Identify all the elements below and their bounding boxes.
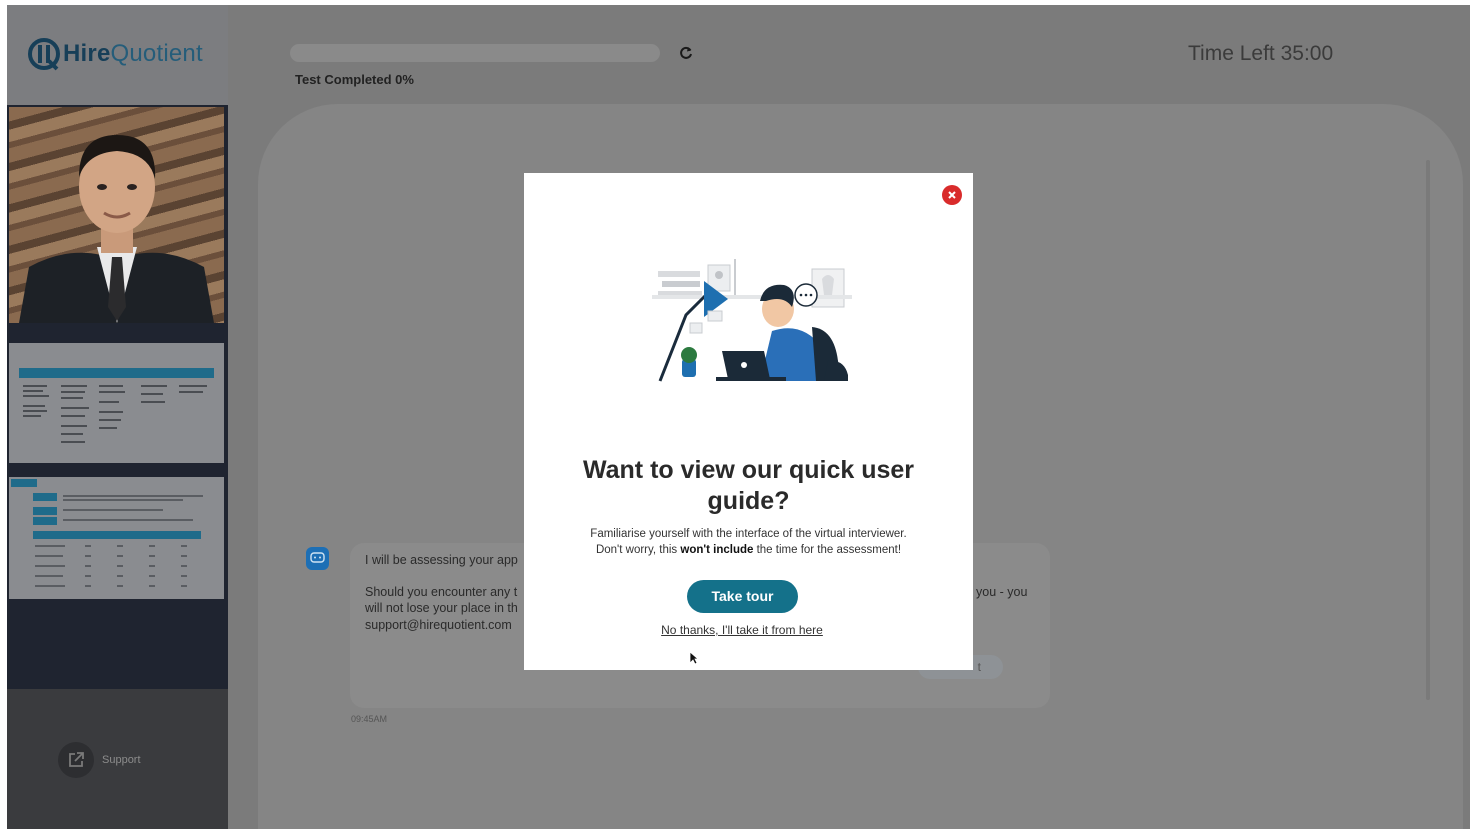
time-left-timer: Time Left 35:00 xyxy=(1188,42,1333,66)
chat-email: support@hirequotient.com xyxy=(365,618,512,632)
chat-text: I will be assessing your app xyxy=(365,553,518,567)
person-avatar-icon xyxy=(19,135,214,323)
window-frame-left xyxy=(0,0,7,829)
test-progress-bar xyxy=(290,44,660,62)
close-button[interactable] xyxy=(942,185,962,205)
slide-thumbnail[interactable] xyxy=(9,477,224,599)
brand-name: HireQuotient xyxy=(63,40,203,67)
chat-timestamp: 09:45AM xyxy=(351,714,388,724)
chat-bot-icon xyxy=(306,547,329,570)
chat-text: you - you xyxy=(976,585,1028,599)
modal-title: Want to view our quick user guide? xyxy=(582,456,915,515)
sidebar: HireQuotient xyxy=(7,5,228,829)
modal-description-line1: Familiarise yourself with the interface … xyxy=(590,528,907,540)
support-icon-wrap xyxy=(58,742,94,778)
chat-text: Should you encounter any t xyxy=(365,585,518,599)
take-tour-button[interactable]: Take tour xyxy=(687,580,798,613)
logo-mark-icon xyxy=(28,38,60,71)
close-icon xyxy=(948,191,956,199)
timer-label: Time Left xyxy=(1188,42,1275,65)
logo-area: HireQuotient xyxy=(7,5,228,105)
refresh-icon[interactable] xyxy=(678,45,694,61)
webcam-video-feed xyxy=(9,107,224,323)
user-guide-modal: Want to view our quick user guide? Famil… xyxy=(524,173,973,670)
external-link-icon xyxy=(69,752,84,767)
skip-tour-link[interactable]: No thanks, I'll take it from here xyxy=(524,623,960,637)
support-label: Support xyxy=(102,754,141,766)
slide-preview-image xyxy=(11,479,203,587)
brand-logo: HireQuotient xyxy=(27,37,203,71)
support-button[interactable]: Support xyxy=(58,742,141,778)
chat-scrollbar[interactable] xyxy=(1426,160,1430,700)
timer-value: 35:00 xyxy=(1280,42,1334,65)
slide-thumbnail[interactable] xyxy=(9,343,224,463)
modal-description: Familiarise yourself with the interface … xyxy=(544,526,953,558)
slide-preview-image xyxy=(19,368,214,443)
progress-label: Test Completed 0% xyxy=(295,72,414,87)
chat-text: will not lose your place in th xyxy=(365,601,518,615)
person-at-laptop-illustration xyxy=(652,259,852,382)
cursor-icon xyxy=(689,651,699,665)
modal-description-line2: Don't worry, this won't include the time… xyxy=(595,544,902,556)
